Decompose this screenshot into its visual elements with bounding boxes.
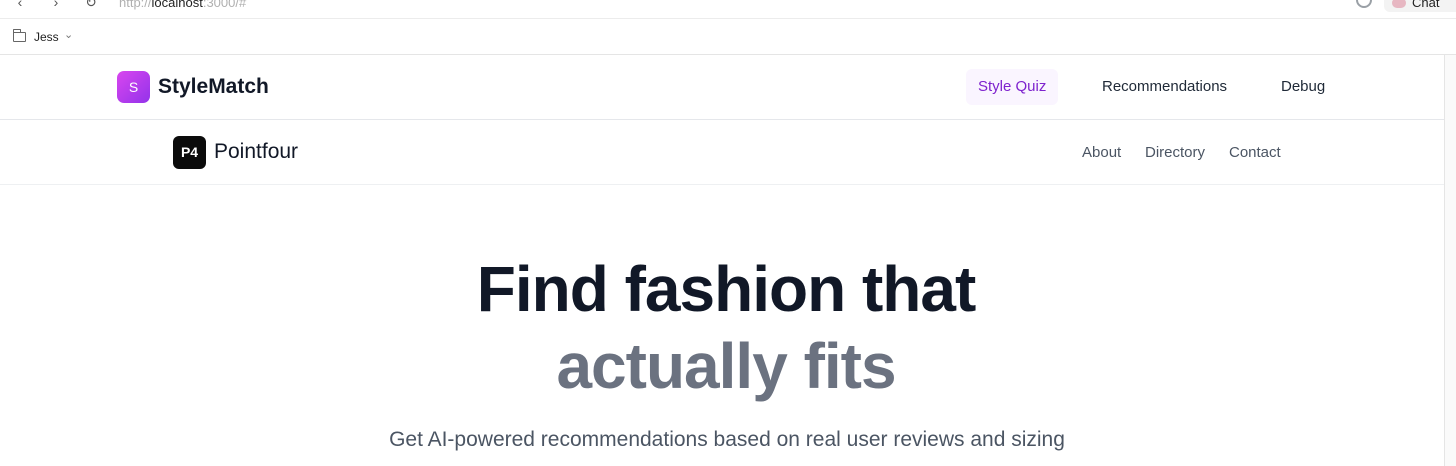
forward-arrow-icon[interactable]: ›: [48, 0, 64, 10]
address-bar[interactable]: http://localhost:3000/#: [119, 0, 246, 10]
url-host: localhost: [151, 0, 203, 10]
bookmarks-bar: Jess ⌄: [0, 19, 1456, 55]
app-header: S StyleMatch Style Quiz Recommendations …: [0, 55, 1456, 120]
nav-recommendations[interactable]: Recommendations: [1090, 69, 1239, 105]
nav-debug[interactable]: Debug: [1269, 69, 1337, 105]
nav-style-quiz[interactable]: Style Quiz: [966, 69, 1059, 105]
site-header: P4 Pointfour About Directory Contact: [0, 120, 1444, 185]
hero-title: Find fashion that: [476, 253, 977, 325]
extension-icon[interactable]: [1356, 0, 1372, 8]
folder-icon: [12, 29, 26, 42]
pointfour-logo[interactable]: P4: [173, 136, 206, 169]
bookmark-folder-jess[interactable]: Jess: [34, 30, 59, 44]
url-rest: :3000/#: [202, 0, 247, 10]
pointfour-brand-name[interactable]: Pointfour: [214, 140, 298, 164]
hero-subtitle: Get AI-powered recommendations based on …: [389, 428, 1065, 451]
back-arrow-icon[interactable]: ‹: [12, 0, 28, 10]
stylematch-logo[interactable]: S: [117, 71, 150, 103]
chat-button[interactable]: Chat: [1384, 0, 1456, 12]
stylematch-brand-name[interactable]: StyleMatch: [158, 75, 269, 99]
nav-about[interactable]: About: [1082, 144, 1121, 161]
nav-directory[interactable]: Directory: [1145, 144, 1205, 161]
chevron-down-icon[interactable]: ⌄: [64, 28, 73, 41]
hero-title-accent: actually fits: [556, 330, 896, 402]
nav-contact[interactable]: Contact: [1229, 144, 1281, 161]
chat-label: Chat: [1412, 0, 1440, 10]
browser-toolbar: ‹ › ↻ http://localhost:3000/# Chat: [0, 0, 1456, 19]
url-scheme: http://: [119, 0, 152, 10]
reload-icon[interactable]: ↻: [83, 0, 99, 10]
chat-bubble-icon: [1392, 0, 1406, 8]
